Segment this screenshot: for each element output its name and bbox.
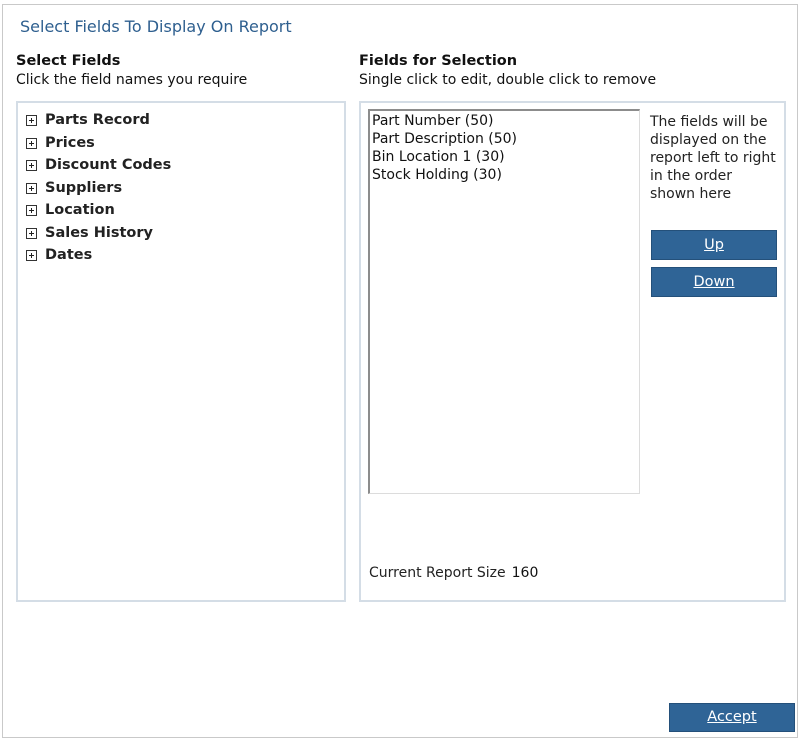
tree-item-label: Suppliers	[45, 180, 123, 196]
tree-item-label: Discount Codes	[45, 157, 172, 173]
list-item[interactable]: Part Description (50)	[370, 130, 639, 148]
tree-item-label: Location	[45, 202, 115, 218]
select-fields-subheading: Click the field names you require	[16, 72, 248, 88]
tree-item-label: Dates	[45, 247, 93, 263]
tree-item-label: Parts Record	[45, 112, 150, 128]
expand-icon[interactable]	[26, 137, 37, 149]
list-item[interactable]: Part Number (50)	[370, 112, 639, 130]
selected-fields-listbox[interactable]: Part Number (50) Part Description (50) B…	[368, 109, 640, 494]
expand-icon[interactable]	[26, 159, 37, 171]
fields-for-selection-subheading: Single click to edit, double click to re…	[359, 72, 657, 88]
accept-button[interactable]: Accept	[669, 703, 795, 732]
tree-item-location[interactable]: Location	[26, 200, 115, 220]
list-item[interactable]: Bin Location 1 (30)	[370, 148, 639, 166]
tree-item-label: Sales History	[45, 225, 153, 241]
report-size-label: Current Report Size	[369, 565, 506, 581]
fields-for-selection-heading: Fields for Selection	[359, 53, 518, 69]
expand-icon[interactable]	[26, 114, 37, 126]
field-tree-panel: Parts Record Prices Discount Codes Suppl…	[16, 101, 346, 602]
select-fields-heading: Select Fields	[16, 53, 121, 69]
tree-item-prices[interactable]: Prices	[26, 133, 95, 153]
expand-icon[interactable]	[26, 227, 37, 239]
tree-item-discount-codes[interactable]: Discount Codes	[26, 155, 171, 175]
expand-icon[interactable]	[26, 182, 37, 194]
report-size: Current Report Size 160	[369, 565, 538, 581]
up-button[interactable]: Up	[651, 230, 777, 260]
tree-item-sales-history[interactable]: Sales History	[26, 223, 153, 243]
field-order-info: The fields will be displayed on the repo…	[650, 114, 776, 202]
report-size-value: 160	[511, 565, 539, 581]
tree-item-dates[interactable]: Dates	[26, 245, 92, 265]
dialog-title: Select Fields To Display On Report	[20, 17, 292, 36]
expand-icon[interactable]	[26, 249, 37, 261]
selected-fields-panel: Part Number (50) Part Description (50) B…	[359, 101, 786, 602]
select-fields-dialog: Select Fields To Display On Report Selec…	[2, 4, 798, 738]
tree-item-label: Prices	[45, 135, 95, 151]
tree-item-suppliers[interactable]: Suppliers	[26, 178, 122, 198]
list-item[interactable]: Stock Holding (30)	[370, 166, 639, 184]
down-button[interactable]: Down	[651, 267, 777, 297]
expand-icon[interactable]	[26, 204, 37, 216]
tree-item-parts-record[interactable]: Parts Record	[26, 110, 150, 130]
